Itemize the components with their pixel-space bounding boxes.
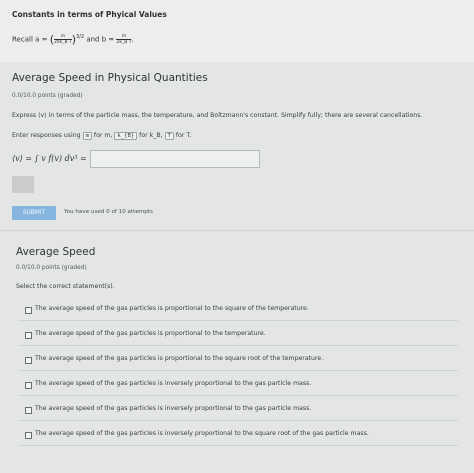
section-title: Constants in terms of Phyical Values xyxy=(12,10,167,19)
checkbox-icon[interactable] xyxy=(25,432,32,439)
answer-input[interactable] xyxy=(90,150,260,168)
option-item[interactable]: The average speed of the gas particles i… xyxy=(18,303,458,321)
problem1-instruction: Express ⟨v⟩ in terms of the particle mas… xyxy=(12,112,423,119)
for-t-text: for T. xyxy=(175,132,192,139)
answer-label: ⟨v⟩ = ∫ v f(v) dv³ = xyxy=(12,154,87,163)
checkbox-icon[interactable] xyxy=(25,407,32,414)
option-label: The average speed of the gas particles i… xyxy=(35,430,369,437)
option-label: The average speed of the gas particles i… xyxy=(35,305,309,312)
b-denominator: 2k_B T xyxy=(116,40,132,45)
submit-button[interactable]: SUBMIT xyxy=(12,206,56,220)
checkbox-icon[interactable] xyxy=(25,382,32,389)
recall-prefix: Recall a = xyxy=(12,35,48,44)
formula-preview-box xyxy=(12,176,34,193)
option-label: The average speed of the gas particles i… xyxy=(35,330,266,337)
a-fraction: m 2πk_B T xyxy=(54,34,72,45)
problem2-points: 0.0/10.0 points (graded) xyxy=(16,265,87,271)
option-item[interactable]: The average speed of the gas particles i… xyxy=(18,428,458,446)
a-exponent: 3/2 xyxy=(76,34,85,41)
option-item[interactable]: The average speed of the gas particles i… xyxy=(18,328,458,346)
checkbox-icon[interactable] xyxy=(25,357,32,364)
checkbox-icon[interactable] xyxy=(25,332,32,339)
problem1-points: 0.0/10.0 points (graded) xyxy=(12,93,83,99)
for-m-text: for m, xyxy=(93,132,113,139)
problem1-enter-line: Enter responses using m for m, k_{B} for… xyxy=(12,132,191,140)
checkbox-icon[interactable] xyxy=(25,307,32,314)
problem2-prompt: Select the correct statement(s). xyxy=(16,283,115,290)
option-item[interactable]: The average speed of the gas particles i… xyxy=(18,353,458,371)
problem2-title: Average Speed xyxy=(16,246,96,258)
code-kb: k_{B} xyxy=(114,132,138,140)
code-t: T xyxy=(164,132,174,140)
trailing-period: . xyxy=(131,35,134,44)
option-label: The average speed of the gas particles i… xyxy=(35,355,324,362)
attempts-text: You have used 0 of 10 attempts xyxy=(64,209,153,215)
recall-formula: Recall a = (m 2πk_B T)3/2 and b = m 2k_B T… xyxy=(12,33,134,46)
b-fraction: m 2k_B T xyxy=(116,34,132,45)
connector-text: and b = xyxy=(86,35,115,44)
option-item[interactable]: The average speed of the gas particles i… xyxy=(18,378,458,396)
option-label: The average speed of the gas particles i… xyxy=(35,405,312,412)
enter-prefix: Enter responses using xyxy=(12,132,81,139)
a-denominator: 2πk_B T xyxy=(54,40,72,45)
code-m: m xyxy=(82,132,92,140)
option-label: The average speed of the gas particles i… xyxy=(35,380,312,387)
section-divider xyxy=(0,230,474,231)
for-kb-text: for k_B, xyxy=(139,132,163,139)
problem1-title: Average Speed in Physical Quantities xyxy=(12,72,208,84)
option-item[interactable]: The average speed of the gas particles i… xyxy=(18,403,458,421)
